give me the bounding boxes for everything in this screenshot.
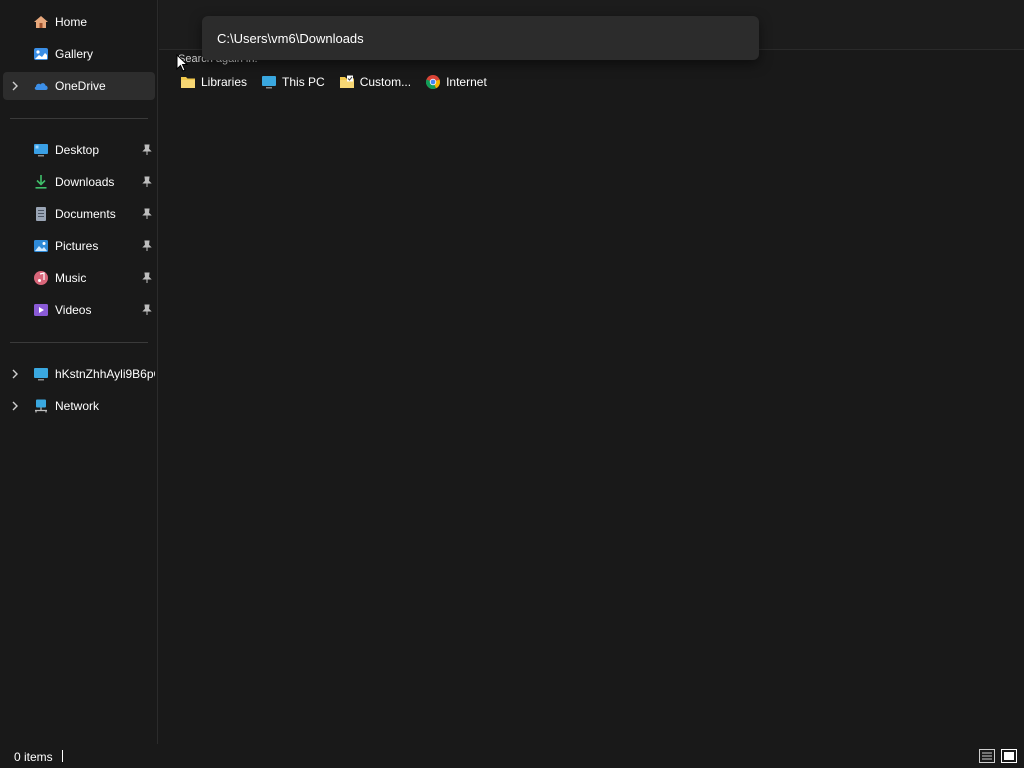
search-location-this-pc[interactable]: This PC: [261, 74, 325, 90]
status-bar: 0 items: [0, 744, 1024, 768]
pin-icon[interactable]: [141, 240, 153, 252]
libraries-folder-icon: [181, 77, 195, 88]
search-location-label: Custom...: [359, 75, 412, 89]
item-count: 0 items: [14, 750, 53, 764]
sidebar-divider: [10, 118, 148, 119]
sidebar-item-this-pc[interactable]: hKstnZhhAyli9B6pC: [3, 360, 155, 388]
desktop-icon: [34, 144, 48, 157]
pin-icon[interactable]: [141, 176, 153, 188]
sidebar-item-label: Documents: [55, 207, 116, 221]
pin-icon[interactable]: [141, 144, 153, 156]
sidebar-item-network[interactable]: Network: [3, 392, 155, 420]
search-location-libraries[interactable]: Libraries: [180, 74, 247, 90]
sidebar-item-onedrive[interactable]: OneDrive: [3, 72, 155, 100]
sidebar-item-label: Videos: [55, 303, 92, 317]
search-location-custom[interactable]: Custom...: [339, 74, 411, 90]
status-separator: [62, 750, 63, 762]
sidebar-item-label: Gallery: [55, 47, 94, 61]
sidebar-item-label: Desktop: [55, 143, 100, 157]
downloads-icon: [35, 175, 47, 189]
network-icon: [35, 399, 47, 413]
sidebar-item-home[interactable]: Home: [3, 8, 155, 36]
search-location-label: Libraries: [201, 75, 248, 89]
chevron-right-icon[interactable]: [10, 368, 20, 380]
home-icon: [34, 16, 48, 28]
sidebar-item-desktop[interactable]: Desktop: [3, 136, 155, 164]
details-view-icon[interactable]: [979, 749, 995, 763]
pin-icon[interactable]: [141, 272, 153, 284]
pin-icon[interactable]: [141, 304, 153, 316]
sidebar-item-label: Pictures: [55, 239, 99, 253]
sidebar-item-label: Downloads: [55, 175, 115, 189]
sidebar-divider: [10, 342, 148, 343]
videos-icon: [34, 304, 48, 316]
pictures-icon: [34, 240, 48, 252]
search-location-internet[interactable]: Internet: [425, 74, 487, 90]
custom-folder-icon: [339, 75, 354, 88]
documents-icon: [36, 207, 46, 221]
sidebar-item-videos[interactable]: Videos: [3, 296, 155, 324]
sidebar-item-label: Home: [55, 15, 88, 29]
chevron-right-icon[interactable]: [10, 80, 20, 92]
this-pc-icon: [262, 76, 277, 89]
sidebar-item-label: Music: [55, 271, 87, 285]
chevron-right-icon[interactable]: [10, 400, 20, 412]
internet-icon: [426, 75, 441, 89]
music-icon: [34, 271, 48, 285]
navigation-pane: Home Gallery OneDrive Desktop Downloads …: [0, 0, 158, 744]
search-location-label: This PC: [282, 75, 325, 89]
sidebar-item-music[interactable]: Music: [3, 264, 155, 292]
search-location-label: Internet: [446, 75, 487, 89]
sidebar-item-downloads[interactable]: Downloads: [3, 168, 155, 196]
gallery-icon: [34, 48, 48, 60]
onedrive-icon: [34, 83, 48, 90]
sidebar-item-pictures[interactable]: Pictures: [3, 232, 155, 260]
computer-icon: [34, 368, 48, 381]
address-suggestion-popup[interactable]: C:\Users\vm6\Downloads: [202, 16, 759, 60]
sidebar-item-gallery[interactable]: Gallery: [3, 40, 155, 68]
sidebar-item-documents[interactable]: Documents: [3, 200, 155, 228]
mouse-cursor-icon: [176, 54, 188, 72]
sidebar-item-label: hKstnZhhAyli9B6pC: [55, 367, 155, 381]
search-locations: Libraries This PC Custom... Internet: [180, 73, 501, 91]
pin-icon[interactable]: [141, 208, 153, 220]
sidebar-item-label: Network: [55, 399, 100, 413]
sidebar-item-label: OneDrive: [55, 79, 106, 93]
large-icons-view-icon[interactable]: [1001, 749, 1017, 763]
address-path[interactable]: C:\Users\vm6\Downloads: [217, 31, 364, 46]
